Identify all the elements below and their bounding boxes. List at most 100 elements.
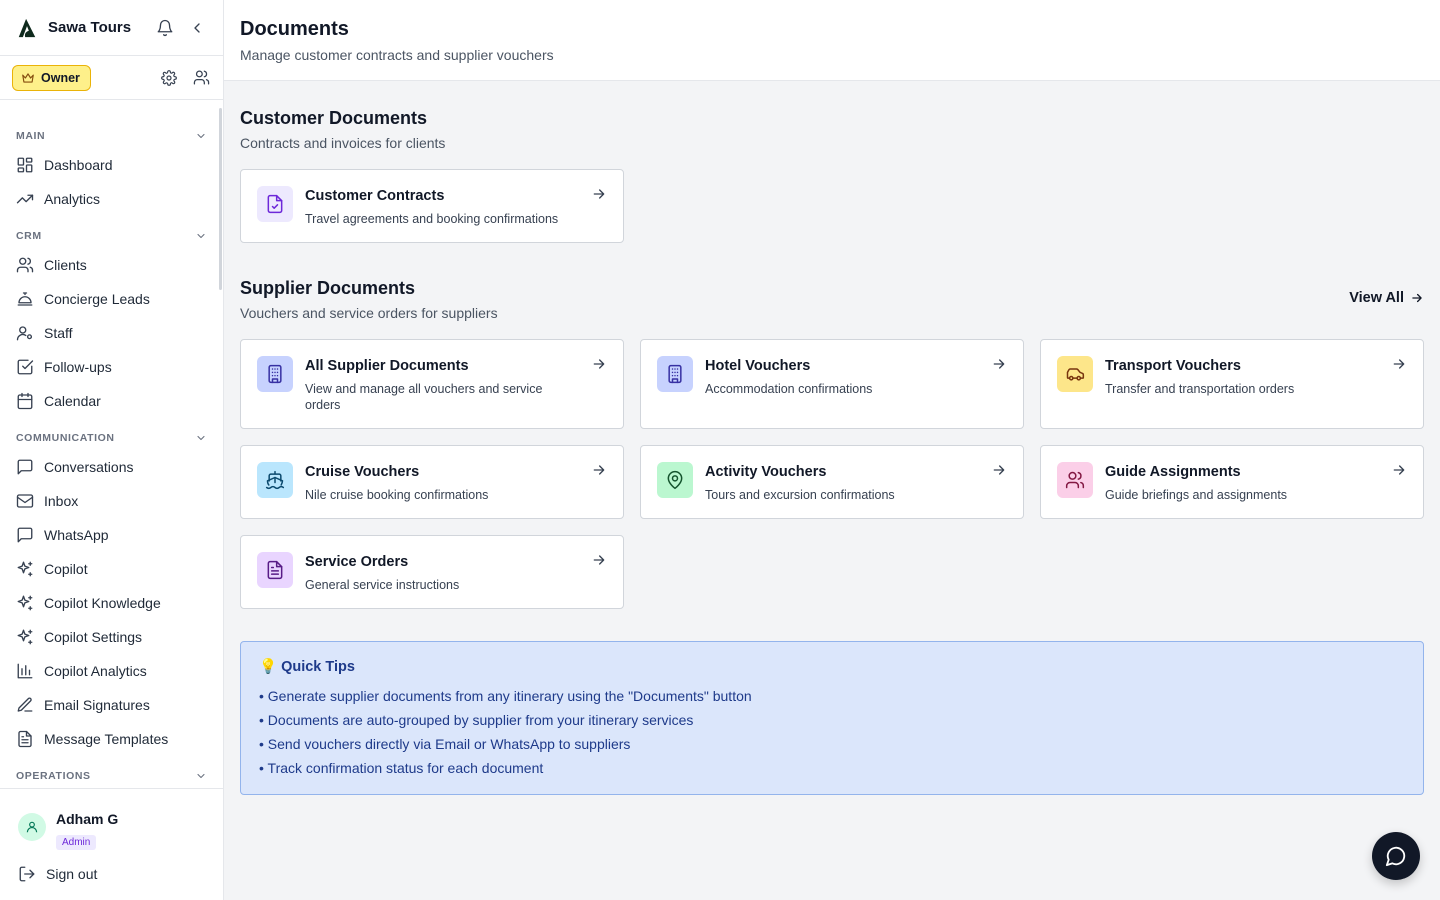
- document-card[interactable]: Service Orders General service instructio…: [240, 535, 624, 609]
- sidebar-item[interactable]: Message Templates: [0, 722, 223, 756]
- document-card[interactable]: Guide Assignments Guide briefings and ass…: [1040, 445, 1424, 519]
- users-icon: [1057, 462, 1093, 498]
- arrow-right-icon: [593, 555, 605, 565]
- card-title: Customer Contracts: [305, 188, 445, 204]
- sidebar-item[interactable]: Copilot Knowledge: [0, 586, 223, 620]
- sidebar-item[interactable]: Dashboard: [0, 148, 223, 182]
- sparkles-icon: [16, 594, 44, 612]
- tip-item: Generate supplier documents from any iti…: [259, 684, 1405, 708]
- sidebar-item-label: Follow-ups: [44, 359, 112, 375]
- section-subtitle: Contracts and invoices for clients: [240, 135, 446, 151]
- sidebar-nav: MAIN Dashboard Analytics CRM Clients Concierg…: [0, 110, 223, 788]
- sign-out-button[interactable]: Sign out: [18, 865, 97, 883]
- customer-documents-section: Customer Documents Contracts and invoice…: [240, 108, 445, 151]
- sparkles-icon: [16, 628, 44, 646]
- arrow-right-icon: [993, 465, 1005, 475]
- view-all-label: View All: [1349, 290, 1404, 306]
- sidebar-item-label: Copilot Knowledge: [44, 595, 161, 611]
- sidebar-section-header[interactable]: OPERATIONS: [0, 756, 223, 788]
- document-card[interactable]: Cruise Vouchers Nile cruise booking confi…: [240, 445, 624, 519]
- bar-chart-icon: [16, 662, 44, 680]
- user-name: Adham G: [56, 811, 119, 827]
- arrow-right-icon: [593, 359, 605, 369]
- trend-icon: [16, 190, 44, 208]
- view-all-button[interactable]: View All: [1349, 290, 1424, 306]
- sidebar-item-label: Concierge Leads: [44, 291, 150, 307]
- settings-gear-icon[interactable]: [159, 68, 179, 88]
- sidebar-section-header[interactable]: CRM: [0, 216, 223, 248]
- sidebar-item[interactable]: Concierge Leads: [0, 282, 223, 316]
- document-card[interactable]: All Supplier Documents View and manage al…: [240, 339, 624, 429]
- sidebar-item[interactable]: WhatsApp: [0, 518, 223, 552]
- chat-support-button[interactable]: [1372, 832, 1420, 880]
- sidebar-item[interactable]: Calendar: [0, 384, 223, 418]
- chevron-down-icon: [197, 773, 205, 779]
- sidebar-item-label: Clients: [44, 257, 87, 273]
- card-title: Service Orders: [305, 554, 409, 570]
- tips-title-text: Quick Tips: [281, 658, 355, 675]
- sparkles-icon: [16, 560, 44, 578]
- chevron-down-icon: [197, 435, 205, 441]
- tip-item: Documents are auto-grouped by supplier f…: [259, 708, 1405, 732]
- owner-badge[interactable]: Owner: [12, 64, 91, 91]
- arrow-right-icon: [593, 465, 605, 475]
- arrow-right-icon: [1393, 359, 1405, 369]
- document-card[interactable]: Hotel Vouchers Accommodation confirmation…: [640, 339, 1024, 429]
- collapse-sidebar-chevron-left-icon[interactable]: [187, 18, 207, 38]
- sidebar-item[interactable]: Copilot Settings: [0, 620, 223, 654]
- card-title: Guide Assignments: [1105, 464, 1241, 480]
- card-description: Nile cruise booking confirmations: [305, 488, 489, 502]
- car-icon: [1057, 356, 1093, 392]
- card-title: All Supplier Documents: [305, 358, 469, 374]
- document-card[interactable]: Activity Vouchers Tours and excursion con…: [640, 445, 1024, 519]
- mail-icon: [16, 492, 44, 510]
- chevron-down-icon: [197, 133, 205, 139]
- calendar-icon: [16, 392, 44, 410]
- quick-tips-title: 💡 Quick Tips: [259, 658, 1405, 676]
- user-profile[interactable]: Adham G Admin: [18, 811, 118, 850]
- users-icon: [16, 256, 44, 274]
- document-card[interactable]: Transport Vouchers Transfer and transport…: [1040, 339, 1424, 429]
- card-description: Tours and excursion confirmations: [705, 488, 895, 502]
- card-description: Travel agreements and booking confirmati…: [305, 212, 559, 226]
- sidebar-item[interactable]: Inbox: [0, 484, 223, 518]
- card-description: General service instructions: [305, 578, 460, 592]
- tip-item: Track confirmation status for each docum…: [259, 756, 1405, 780]
- file-text-icon: [16, 730, 44, 748]
- file-check-icon: [257, 186, 293, 222]
- sidebar-item-label: Email Signatures: [44, 697, 150, 713]
- sidebar-section-header[interactable]: MAIN: [0, 110, 223, 148]
- card-description: Accommodation confirmations: [705, 382, 873, 396]
- sidebar-item-label: Staff: [44, 325, 73, 341]
- sidebar-item[interactable]: Follow-ups: [0, 350, 223, 384]
- sidebar-item[interactable]: Copilot: [0, 552, 223, 586]
- sidebar-header: Sawa Tours: [0, 0, 223, 56]
- sidebar-item[interactable]: Email Signatures: [0, 688, 223, 722]
- page-subtitle: Manage customer contracts and supplier v…: [240, 47, 554, 63]
- sidebar-item[interactable]: Staff: [0, 316, 223, 350]
- notifications-bell-icon[interactable]: [155, 18, 175, 38]
- checkbox-icon: [16, 358, 44, 376]
- card-description: Guide briefings and assignments: [1105, 488, 1288, 502]
- page-header: Documents Manage customer contracts and …: [224, 0, 1440, 81]
- chat-bubble-icon: [1385, 846, 1406, 867]
- arrow-right-icon: [1393, 465, 1405, 475]
- pen-icon: [16, 696, 44, 714]
- team-users-icon[interactable]: [191, 68, 211, 88]
- section-label: COMMUNICATION: [16, 432, 115, 444]
- card-description: View and manage all vouchers and service…: [305, 382, 543, 412]
- sidebar-item-label: Analytics: [44, 191, 101, 207]
- app-name: Sawa Tours: [48, 19, 132, 36]
- sidebar-item-label: Conversations: [44, 459, 134, 475]
- quick-tips-panel: 💡 Quick Tips Generate supplier documents…: [240, 641, 1424, 795]
- ship-icon: [257, 462, 293, 498]
- sidebar-item[interactable]: Copilot Analytics: [0, 654, 223, 688]
- sidebar-item[interactable]: Conversations: [0, 450, 223, 484]
- sidebar-item[interactable]: Analytics: [0, 182, 223, 216]
- user-cog-icon: [16, 324, 44, 342]
- arrow-right-icon: [1412, 293, 1422, 303]
- sidebar-scrollbar[interactable]: [219, 108, 222, 290]
- document-card[interactable]: Customer Contracts Travel agreements and …: [240, 169, 624, 243]
- sidebar-item[interactable]: Clients: [0, 248, 223, 282]
- sidebar-section-header[interactable]: COMMUNICATION: [0, 418, 223, 450]
